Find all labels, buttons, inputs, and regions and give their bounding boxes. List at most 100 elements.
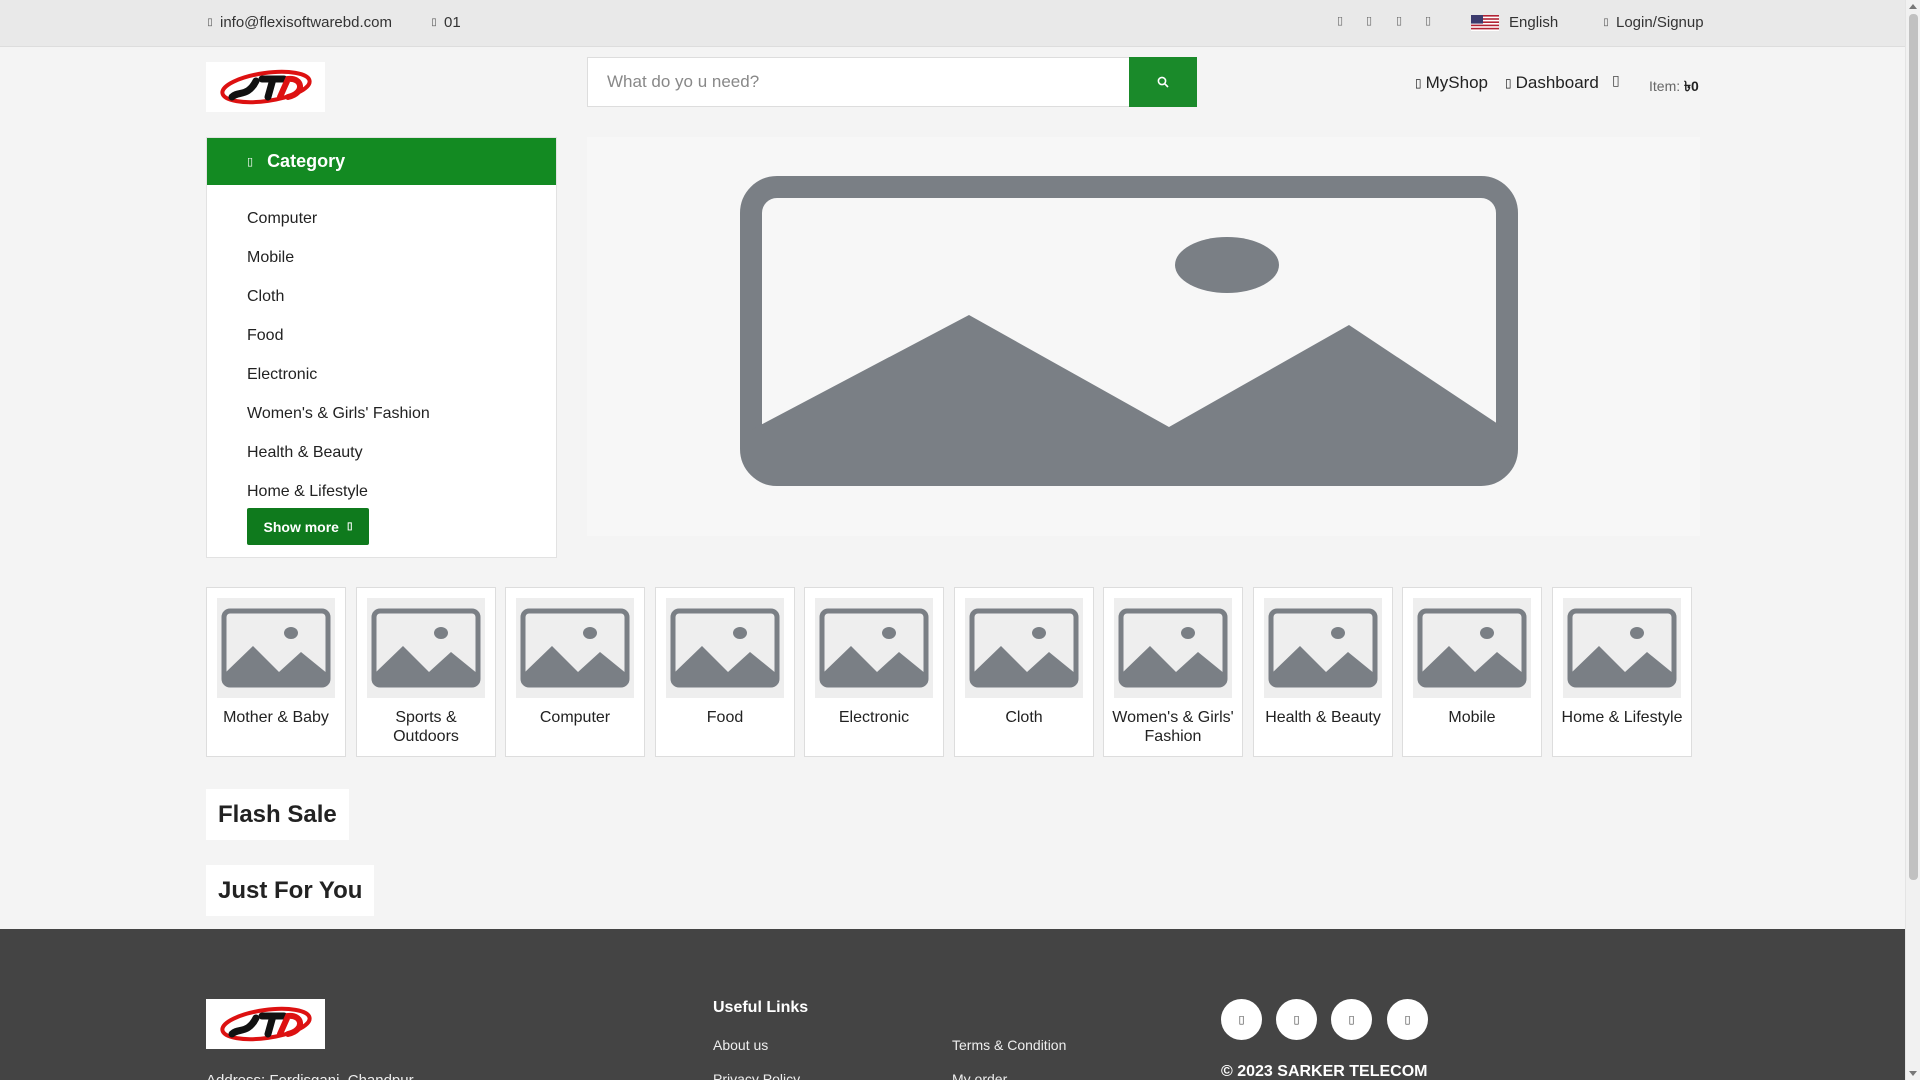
hero-banner[interactable] — [587, 137, 1700, 536]
category-item[interactable]: Mobile — [207, 238, 556, 277]
footer-address: Address: Fordisganj, Chandpur — [206, 1072, 414, 1080]
language-label: English — [1509, 14, 1559, 31]
logo-mark — [219, 1006, 312, 1042]
cart-icon[interactable]: ▯ — [1612, 72, 1620, 89]
card-label: Sports & Outdoors — [393, 709, 459, 745]
footer-link-my-order[interactable]: My order — [952, 1071, 1007, 1080]
card-label: Food — [706, 709, 744, 726]
card-label: Mother & Baby — [223, 709, 329, 726]
card-thumbnail — [1264, 598, 1382, 698]
dashboard-link[interactable]: ▯ Dashboard — [1505, 73, 1599, 93]
instagram-icon[interactable]: ▯ — [1396, 14, 1402, 27]
category-card[interactable]: Electronic — [804, 587, 944, 757]
footer-link-terms[interactable]: Terms & Condition — [952, 1037, 1066, 1053]
footer-instagram-icon[interactable]: ▯ — [1331, 999, 1372, 1040]
scroll-up-arrow[interactable] — [1909, 4, 1917, 9]
footer-logo[interactable] — [206, 999, 325, 1049]
email-text: info@flexisoftwarebd.com — [220, 14, 392, 31]
search-bar — [587, 57, 1197, 107]
scroll-thumb[interactable] — [1909, 14, 1918, 880]
page-scrollbar[interactable] — [1905, 0, 1920, 1080]
category-card[interactable]: Women's & Girls' Fashion — [1103, 587, 1243, 757]
cart-items-label: Item: — [1649, 78, 1681, 94]
card-thumbnail — [666, 598, 784, 698]
category-card[interactable]: Mother & Baby — [206, 587, 346, 757]
image-placeholder-icon — [1118, 608, 1228, 688]
dashboard-icon: ▯ — [1505, 76, 1512, 90]
dashboard-label: Dashboard — [1515, 73, 1599, 92]
card-label: Home & Lifestyle — [1561, 709, 1683, 726]
image-placeholder-icon — [969, 608, 1079, 688]
category-item[interactable]: Home & Lifestyle — [207, 472, 556, 511]
contact-email[interactable]: ▯ info@flexisoftwarebd.com — [206, 14, 392, 31]
show-more-label: Show more — [263, 518, 339, 535]
phone-icon: ▯ — [431, 17, 437, 28]
contact-phone[interactable]: ▯ 01 — [430, 14, 460, 31]
user-icon: ▯ — [1603, 17, 1609, 28]
category-card[interactable]: Home & Lifestyle — [1552, 587, 1692, 757]
image-placeholder-icon — [1417, 608, 1527, 688]
card-thumbnail — [1114, 598, 1232, 698]
card-label: Mobile — [1448, 709, 1496, 726]
image-placeholder-icon — [520, 608, 630, 688]
image-placeholder-icon — [221, 608, 331, 688]
search-input[interactable] — [587, 57, 1129, 107]
image-placeholder-icon — [819, 608, 929, 688]
category-card[interactable]: Cloth — [954, 587, 1094, 757]
logo-mark — [219, 69, 312, 105]
footer-facebook-icon[interactable]: ▯ — [1221, 999, 1262, 1040]
card-thumbnail — [815, 598, 933, 698]
twitter-icon[interactable]: ▯ — [1366, 14, 1372, 27]
footer-youtube-icon[interactable]: ▯ — [1387, 999, 1428, 1040]
card-label: Cloth — [1005, 709, 1043, 726]
card-thumbnail — [1563, 598, 1681, 698]
category-header[interactable]: ▯ Category — [207, 138, 556, 185]
category-item[interactable]: Electronic — [207, 355, 556, 394]
youtube-icon[interactable]: ▯ — [1425, 14, 1431, 27]
category-card[interactable]: Food — [655, 587, 795, 757]
search-button[interactable] — [1129, 57, 1197, 107]
footer-link-about[interactable]: About us — [713, 1037, 768, 1053]
useful-links-title: Useful Links — [713, 999, 809, 1016]
card-thumbnail — [516, 598, 634, 698]
top-bar: ▯ info@flexisoftwarebd.com ▯ 01 ▯ ▯ ▯ ▯ … — [0, 0, 1905, 47]
image-placeholder-icon — [670, 608, 780, 688]
category-card[interactable]: Health & Beauty — [1253, 587, 1393, 757]
search-icon — [1157, 76, 1169, 88]
card-label: Computer — [539, 709, 611, 726]
footer-link-privacy[interactable]: Privacy Policy — [713, 1071, 800, 1080]
footer-twitter-icon[interactable]: ▯ — [1276, 999, 1317, 1040]
card-label: Women's & Girls' Fashion — [1112, 709, 1234, 745]
cart-total: ৳0 — [1684, 78, 1699, 94]
category-item[interactable]: Women's & Girls' Fashion — [207, 394, 556, 433]
image-placeholder-icon — [1567, 608, 1677, 688]
card-thumbnail — [965, 598, 1083, 698]
category-title: Category — [267, 151, 346, 171]
category-card[interactable]: Mobile — [1402, 587, 1542, 757]
language-selector[interactable]: English — [1471, 14, 1558, 31]
chevron-down-icon: ▯ — [346, 521, 353, 532]
category-card[interactable]: Computer — [505, 587, 645, 757]
show-more-button[interactable]: Show more ▯ — [247, 508, 369, 545]
site-logo[interactable] — [206, 62, 325, 112]
category-sidebar: ▯ Category Computer Mobile Cloth Food El… — [206, 137, 557, 558]
login-signup-link[interactable]: ▯ Login/Signup — [1602, 14, 1704, 31]
category-card[interactable]: Sports & Outdoors — [356, 587, 496, 757]
just-for-you-title: Just For You — [206, 865, 375, 916]
card-label: Health & Beauty — [1265, 709, 1381, 726]
image-placeholder-icon — [1268, 608, 1378, 688]
scroll-down-arrow[interactable] — [1909, 1071, 1917, 1076]
card-thumbnail — [367, 598, 485, 698]
facebook-icon[interactable]: ▯ — [1337, 14, 1343, 27]
image-placeholder-icon — [740, 176, 1518, 486]
card-label: Electronic — [838, 709, 910, 726]
copyright-text: © 2023 SARKER TELECOM — [1221, 1063, 1428, 1080]
category-item[interactable]: Cloth — [207, 277, 556, 316]
category-item[interactable]: Computer — [207, 199, 556, 238]
category-item[interactable]: Health & Beauty — [207, 433, 556, 472]
cart-summary[interactable]: Item: ৳0 — [1649, 75, 1699, 99]
myshop-link[interactable]: ▯ MyShop — [1415, 73, 1488, 93]
list-icon: ▯ — [247, 156, 254, 168]
login-label: Login/Signup — [1616, 14, 1704, 31]
category-item[interactable]: Food — [207, 316, 556, 355]
